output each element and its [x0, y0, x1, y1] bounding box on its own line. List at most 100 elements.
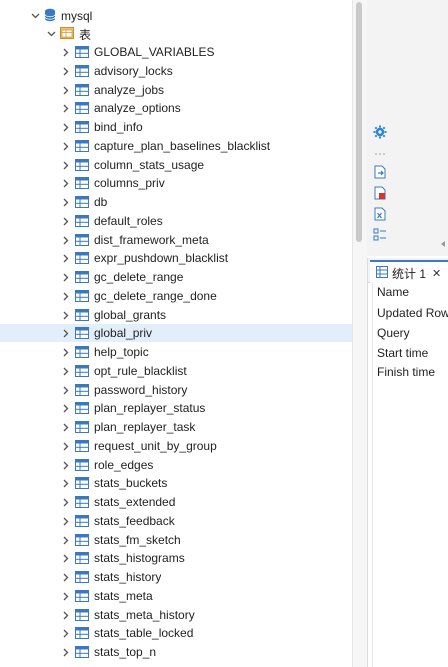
- tree-scrollbar-thumb[interactable]: [356, 2, 362, 242]
- chevron-right-icon[interactable]: [61, 587, 71, 605]
- splitter-arrow-icon[interactable]: [440, 240, 448, 252]
- chevron-right-icon[interactable]: [61, 606, 71, 624]
- chevron-right-icon[interactable]: [61, 437, 71, 455]
- chevron-right-icon[interactable]: [61, 174, 71, 192]
- chevron-right-icon[interactable]: [61, 568, 71, 586]
- chevron-right-icon[interactable]: [61, 549, 71, 567]
- tree-row-table[interactable]: help_topic: [0, 343, 352, 361]
- table-name-label: bind_info: [94, 120, 143, 134]
- chevron-right-icon[interactable]: [61, 118, 71, 136]
- tree-row-table[interactable]: dist_framework_meta: [0, 231, 352, 249]
- folder-table-icon: [60, 26, 74, 42]
- chevron-right-icon[interactable]: [61, 156, 71, 174]
- tree-row-table[interactable]: analyze_jobs: [0, 81, 352, 99]
- chevron-right-icon[interactable]: [61, 381, 71, 399]
- chevron-right-icon[interactable]: [61, 193, 71, 211]
- chevron-right-icon[interactable]: [61, 324, 71, 342]
- tree-row-table[interactable]: global_grants: [0, 306, 352, 324]
- table-icon: [75, 515, 89, 527]
- chevron-right-icon[interactable]: [61, 362, 71, 380]
- tree-row-table[interactable]: request_unit_by_group: [0, 437, 352, 455]
- tree-row-table[interactable]: plan_replayer_task: [0, 418, 352, 436]
- stat-updated-rows-label: Updated Rows: [377, 306, 448, 320]
- tree-row-table[interactable]: stats_meta: [0, 587, 352, 605]
- chevron-right-icon[interactable]: [61, 268, 71, 286]
- tree-row-table[interactable]: stats_buckets: [0, 474, 352, 492]
- chevron-right-icon[interactable]: [61, 456, 71, 474]
- chevron-right-icon[interactable]: [61, 43, 71, 61]
- tree-row-table[interactable]: stats_fm_sketch: [0, 531, 352, 549]
- tree-row-table[interactable]: capture_plan_baselines_blacklist: [0, 137, 352, 155]
- tree-row-table[interactable]: GLOBAL_VARIABLES: [0, 43, 352, 61]
- table-name-label: opt_rule_blacklist: [94, 364, 187, 378]
- tree-row-table[interactable]: advisory_locks: [0, 62, 352, 80]
- chevron-right-icon[interactable]: [61, 643, 71, 661]
- table-name-label: default_roles: [94, 214, 163, 228]
- table-icon: [75, 609, 89, 621]
- tree-row-table[interactable]: stats_top_n: [0, 643, 352, 661]
- navigator-tree: mysql 表 GLOBAL_VARIABLES advisory_locksan…: [0, 0, 352, 667]
- table-icon: [75, 102, 89, 114]
- chevron-right-icon[interactable]: [61, 474, 71, 492]
- chevron-right-icon[interactable]: [61, 99, 71, 117]
- chevron-right-icon[interactable]: [61, 249, 71, 267]
- tree-row-table[interactable]: columns_priv: [0, 174, 352, 192]
- table-icon: [75, 121, 89, 133]
- table-icon: [75, 421, 89, 433]
- export-icon[interactable]: [373, 165, 387, 179]
- tab-statistics[interactable]: 统计 1 ✕: [370, 260, 448, 284]
- tree-row-table[interactable]: plan_replayer_status: [0, 399, 352, 417]
- chevron-right-icon[interactable]: [61, 62, 71, 80]
- chevron-right-icon[interactable]: [61, 231, 71, 249]
- tree-row-table[interactable]: stats_meta_history: [0, 606, 352, 624]
- chevron-right-icon[interactable]: [61, 343, 71, 361]
- chevron-right-icon[interactable]: [61, 418, 71, 436]
- tree-row-table[interactable]: stats_histograms: [0, 549, 352, 567]
- chevron-down-icon[interactable]: [46, 25, 56, 43]
- tree-row-table[interactable]: gc_delete_range_done: [0, 287, 352, 305]
- tree-row-database[interactable]: mysql: [0, 7, 352, 25]
- tree-row-table[interactable]: role_edges: [0, 456, 352, 474]
- chevron-right-icon[interactable]: [61, 306, 71, 324]
- chevron-right-icon[interactable]: [61, 399, 71, 417]
- tree-row-table[interactable]: stats_history: [0, 568, 352, 586]
- layout-icon[interactable]: [373, 228, 387, 242]
- chevron-right-icon[interactable]: [61, 531, 71, 549]
- tree-row-table[interactable]: bind_info: [0, 118, 352, 136]
- chevron-right-icon[interactable]: [61, 624, 71, 642]
- tree-row-table[interactable]: expr_pushdown_blacklist: [0, 249, 352, 267]
- table-icon: [75, 327, 89, 339]
- table-name-label: stats_histograms: [94, 551, 185, 565]
- tree-row-tables-folder[interactable]: 表: [0, 25, 352, 43]
- pdf-icon[interactable]: [373, 186, 387, 200]
- tree-row-table[interactable]: stats_feedback: [0, 512, 352, 530]
- chevron-right-icon[interactable]: [61, 212, 71, 230]
- table-icon: [75, 65, 89, 77]
- tree-row-table[interactable]: opt_rule_blacklist: [0, 362, 352, 380]
- chevron-right-icon[interactable]: [61, 512, 71, 530]
- chevron-right-icon[interactable]: [61, 493, 71, 511]
- table-name-label: global_grants: [94, 308, 167, 322]
- table-icon: [75, 477, 89, 489]
- tree-row-table[interactable]: password_history: [0, 381, 352, 399]
- table-name-label: analyze_jobs: [94, 83, 165, 97]
- chevron-right-icon[interactable]: [61, 137, 71, 155]
- chevron-down-icon[interactable]: [30, 7, 40, 25]
- tree-row-table[interactable]: column_stats_usage: [0, 156, 352, 174]
- table-icon: [75, 384, 89, 396]
- table-name-label: column_stats_usage: [94, 158, 205, 172]
- close-icon[interactable]: ✕: [432, 267, 441, 280]
- tree-row-table[interactable]: global_priv: [0, 324, 352, 342]
- gear-icon[interactable]: [373, 125, 387, 139]
- table-name-label: request_unit_by_group: [94, 439, 217, 453]
- tree-row-table[interactable]: stats_table_locked: [0, 624, 352, 642]
- chevron-right-icon[interactable]: [61, 287, 71, 305]
- chevron-right-icon[interactable]: [61, 81, 71, 99]
- tree-row-table[interactable]: default_roles: [0, 212, 352, 230]
- tree-row-table[interactable]: analyze_options: [0, 99, 352, 117]
- tree-row-table[interactable]: stats_extended: [0, 493, 352, 511]
- tree-row-table[interactable]: gc_delete_range: [0, 268, 352, 286]
- tree-row-table[interactable]: db: [0, 193, 352, 211]
- excel-icon[interactable]: [373, 207, 387, 221]
- tree-scrollbar[interactable]: [352, 0, 367, 667]
